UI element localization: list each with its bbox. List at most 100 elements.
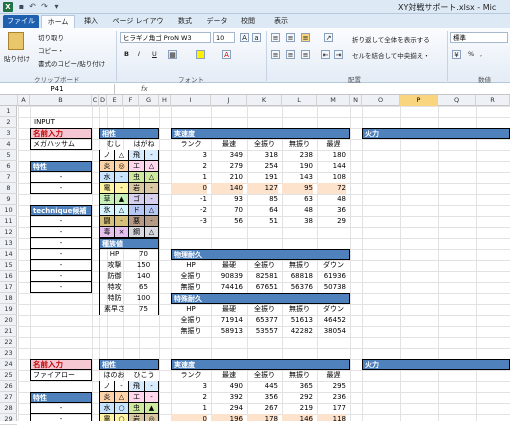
comma-button[interactable]: , (480, 50, 482, 58)
row-header[interactable]: 4 (0, 139, 17, 150)
col-header-n[interactable]: N (350, 95, 362, 106)
underline-button[interactable]: U (152, 50, 157, 58)
tab-data[interactable]: データ (203, 15, 231, 28)
fill-color-icon[interactable] (196, 50, 205, 59)
row-header[interactable]: 12 (0, 227, 17, 238)
col-header-l[interactable]: L (282, 95, 317, 106)
row-header[interactable]: 2 (0, 117, 17, 128)
row-header[interactable]: 6 (0, 161, 17, 172)
tab-review[interactable]: 校閲 (237, 15, 259, 28)
row-header[interactable]: 22 (0, 337, 17, 348)
worksheet-grid[interactable]: INPUT 名前入力 メガハッサム 特性 - - technique候補技 - - - - - - - 相性… (18, 106, 510, 421)
col-header-f[interactable]: F (123, 95, 139, 106)
row-header[interactable]: 24 (0, 359, 17, 370)
italic-button[interactable]: I (138, 50, 140, 58)
orientation-icon[interactable]: ↗ (324, 33, 333, 42)
row-header[interactable]: 21 (0, 326, 17, 337)
bold-button[interactable]: B (124, 50, 129, 58)
col-header-p[interactable]: P (400, 95, 438, 106)
row-header[interactable]: 7 (0, 172, 17, 183)
formula-input[interactable] (153, 84, 510, 95)
row-header[interactable]: 15 (0, 260, 17, 271)
percent-button[interactable]: % (468, 50, 474, 58)
merge-center-button[interactable]: セルを結合して中央揃え・ (352, 50, 430, 60)
format-painter-button[interactable]: 書式のコピー/貼り付け (38, 58, 105, 68)
tab-home[interactable]: ホーム (41, 15, 75, 28)
col-header-k[interactable]: K (247, 95, 282, 106)
row-header[interactable]: 1 (0, 106, 17, 117)
row-header[interactable]: 3 (0, 128, 17, 139)
redo-icon[interactable]: ↷ (40, 2, 49, 12)
paste-icon[interactable] (8, 32, 24, 50)
row-header[interactable]: 9 (0, 194, 17, 205)
row-header[interactable]: 8 (0, 183, 17, 194)
row-header[interactable]: 23 (0, 348, 17, 359)
paste-button[interactable]: 貼り付け (4, 53, 30, 63)
col-header-o[interactable]: O (362, 95, 400, 106)
grow-font-icon[interactable]: A (240, 33, 249, 42)
tab-file[interactable]: ファイル (3, 15, 39, 28)
row-header[interactable]: 17 (0, 282, 17, 293)
col-header-b[interactable]: B (30, 95, 92, 106)
gridline (159, 106, 160, 421)
increase-indent-icon[interactable]: ⇥ (334, 50, 343, 59)
col-header-h[interactable]: H (159, 95, 171, 106)
align-middle-icon[interactable]: ≡ (286, 33, 295, 42)
col-header-q[interactable]: Q (438, 95, 476, 106)
col-header-j[interactable]: J (211, 95, 247, 106)
row-header[interactable]: 18 (0, 293, 17, 304)
col-header-d[interactable]: D (99, 95, 107, 106)
row-header[interactable]: 11 (0, 216, 17, 227)
align-left-icon[interactable]: ≡ (271, 50, 280, 59)
fx-icon[interactable]: fx (141, 84, 148, 95)
font-name-select[interactable]: ヒラギノ角ゴ ProN W3 (120, 32, 211, 43)
col-header-m[interactable]: M (317, 95, 350, 106)
col-header-e[interactable]: E (107, 95, 123, 106)
shrink-font-icon[interactable]: a (252, 33, 261, 42)
number-format-select[interactable]: 標準 (450, 32, 508, 43)
align-right-icon[interactable]: ≡ (301, 50, 310, 59)
row-header[interactable]: 10 (0, 205, 17, 216)
row-header[interactable]: 13 (0, 238, 17, 249)
wrap-text-button[interactable]: 折り返して全体を表示する (352, 34, 430, 44)
col-header-g[interactable]: G (139, 95, 159, 106)
currency-icon[interactable]: ¥ (452, 50, 461, 59)
row-header[interactable]: 28 (0, 403, 17, 414)
col-header-a[interactable]: A (18, 95, 30, 106)
col-header-r[interactable]: R (476, 95, 510, 106)
row-header[interactable]: 19 (0, 304, 17, 315)
row-header[interactable]: 29 (0, 414, 17, 425)
row-header[interactable]: 16 (0, 271, 17, 282)
tab-page-layout[interactable]: ページ レイアウト (110, 15, 166, 38)
cut-button[interactable]: 切り取り (38, 32, 64, 42)
border-icon[interactable]: ▦ (168, 50, 177, 59)
save-icon[interactable]: ▪ (17, 2, 26, 12)
tab-insert[interactable]: 挿入 (80, 15, 102, 28)
dropdown-icon[interactable]: ▾ (52, 2, 61, 12)
row-header[interactable]: 25 (0, 370, 17, 381)
gridline (92, 106, 93, 421)
align-top-icon[interactable]: ≡ (271, 33, 280, 42)
font-color-icon[interactable]: A (222, 50, 231, 59)
row-header[interactable]: 5 (0, 150, 17, 161)
speed-table-label: 実速度 (171, 128, 350, 139)
undo-icon[interactable]: ↶ (28, 2, 37, 12)
tab-formulas[interactable]: 数式 (174, 15, 196, 28)
font-size-select[interactable]: 10 (213, 32, 235, 43)
col-header-i[interactable]: I (171, 95, 211, 106)
type-name: 岩 (129, 183, 145, 194)
col-header-c[interactable]: C (92, 95, 99, 106)
decrease-indent-icon[interactable]: ⇤ (321, 50, 330, 59)
align-bottom-icon[interactable]: ≡ (301, 33, 310, 42)
bulk-cell: 38054 (323, 327, 346, 335)
row-header[interactable]: 26 (0, 381, 17, 392)
select-all-corner[interactable] (0, 95, 18, 106)
copy-button[interactable]: コピー・ (38, 45, 64, 55)
row-header[interactable]: 14 (0, 249, 17, 260)
type-name: ド (129, 205, 145, 216)
tab-view[interactable]: 表示 (270, 15, 292, 28)
row-header[interactable]: 27 (0, 392, 17, 403)
name-box[interactable]: P41 (0, 84, 115, 95)
row-header[interactable]: 20 (0, 315, 17, 326)
align-center-icon[interactable]: ≡ (286, 50, 295, 59)
